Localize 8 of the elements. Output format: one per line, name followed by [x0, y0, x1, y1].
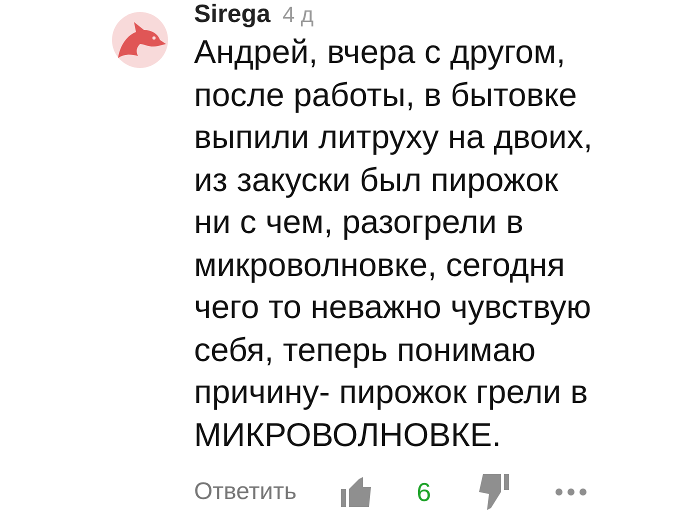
comment-time: 4 д — [282, 2, 314, 28]
reply-button[interactable]: Ответить — [194, 478, 297, 506]
comment-text: Андрей, вчера с другом, после работы, в бытовке выпили литруху на двоих, из закуски был пирожок ни с чем, разогрели в микроволновке, сегодня чего то неважно чувствую себя, теперь понимаю причину- пирожок грели в МИКРОВОЛНОВКЕ. — [194, 32, 594, 454]
thumbs-down-icon[interactable] — [477, 472, 512, 512]
thumbs-up-icon[interactable] — [338, 475, 373, 509]
more-icon[interactable] — [555, 488, 588, 496]
author-name[interactable]: Sirega — [194, 0, 270, 29]
score-count: 6 — [416, 476, 432, 508]
